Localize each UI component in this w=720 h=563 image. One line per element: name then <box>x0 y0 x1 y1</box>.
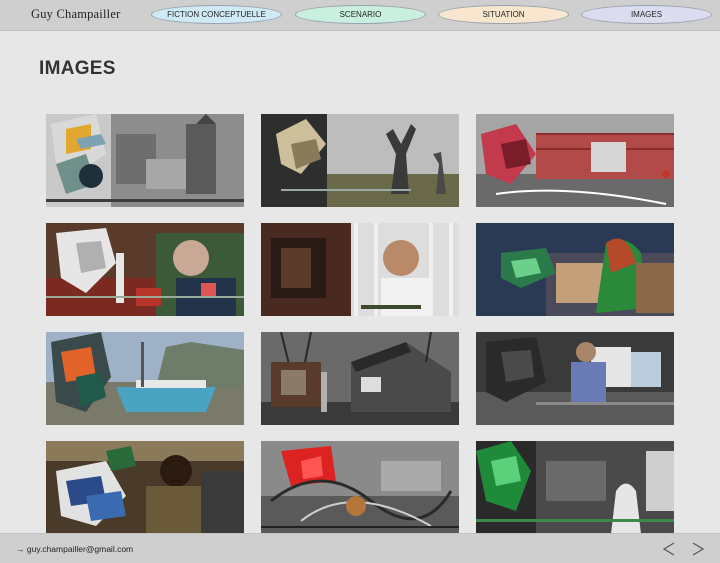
nav-situation[interactable]: SITUATION <box>438 5 569 24</box>
gallery-image[interactable] <box>46 332 244 425</box>
nav-label: FICTION CONCEPTUELLE <box>167 10 266 19</box>
nav-label: IMAGES <box>630 10 663 19</box>
nav-scenario[interactable]: SCENARIO <box>295 5 426 24</box>
nav-label: SITUATION <box>482 10 525 19</box>
page-title: IMAGES <box>39 58 116 79</box>
next-button[interactable] <box>690 541 706 557</box>
chevron-left-icon <box>662 542 675 556</box>
gallery-image[interactable] <box>261 223 459 316</box>
nav-images[interactable]: IMAGES <box>581 5 712 24</box>
gallery-image[interactable] <box>46 114 244 207</box>
gallery-image[interactable] <box>46 441 244 534</box>
chevron-right-icon <box>692 542 705 556</box>
gallery-image[interactable] <box>476 332 674 425</box>
gallery-image[interactable] <box>46 223 244 316</box>
email-address: guy.champailler@gmail.com <box>26 544 134 554</box>
gallery-image[interactable] <box>261 332 459 425</box>
prev-button[interactable] <box>661 541 677 557</box>
gallery-image[interactable] <box>261 114 459 207</box>
site-title[interactable]: Guy Champailler <box>31 7 120 22</box>
nav-label: SCENARIO <box>339 10 382 19</box>
gallery-image[interactable] <box>476 441 674 534</box>
nav-fiction-conceptuelle[interactable]: FICTION CONCEPTUELLE <box>151 5 282 24</box>
top-bar: Guy Champailler FICTION CONCEPTUELLE SCE… <box>0 0 720 31</box>
footer: → guy.champailler@gmail.com <box>0 533 720 563</box>
gallery-image[interactable] <box>476 223 674 316</box>
gallery-image[interactable] <box>476 114 674 207</box>
arrow-right-icon: → <box>16 544 25 554</box>
gallery-image[interactable] <box>261 441 459 534</box>
email-link[interactable]: → guy.champailler@gmail.com <box>16 544 133 554</box>
